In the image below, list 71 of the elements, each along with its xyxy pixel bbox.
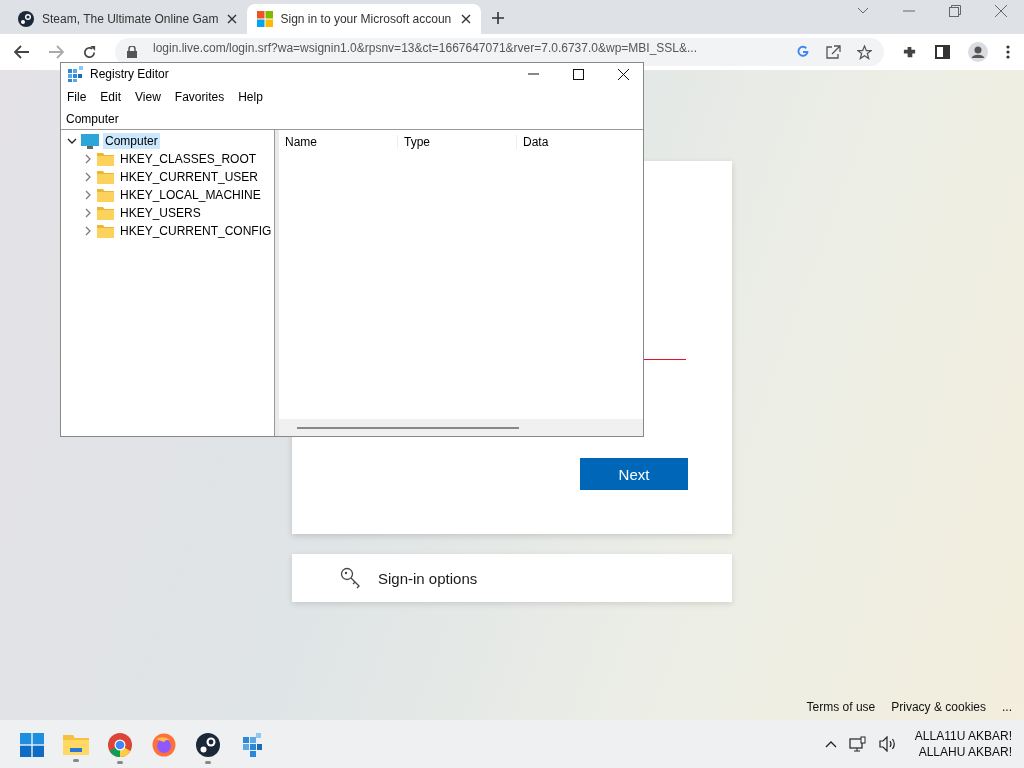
back-icon[interactable] xyxy=(14,45,30,59)
column-header[interactable]: Name xyxy=(279,135,398,149)
clock-text[interactable]: ALLAHU AKBAR! xyxy=(918,744,1012,760)
reload-icon[interactable] xyxy=(82,44,97,60)
chevron-down-icon[interactable] xyxy=(67,136,77,146)
chevron-right-icon[interactable] xyxy=(83,154,93,164)
menu-item[interactable]: View xyxy=(135,90,161,104)
input-underline xyxy=(644,359,686,360)
address-field[interactable]: Computer xyxy=(61,109,643,130)
side-panel-icon[interactable] xyxy=(935,45,950,59)
folder-icon xyxy=(97,224,114,238)
chevron-right-icon[interactable] xyxy=(83,226,93,236)
next-button[interactable]: Next xyxy=(580,458,688,490)
star-icon[interactable] xyxy=(857,44,872,60)
browser-tab[interactable]: Sign in to your Microsoft accoun xyxy=(246,4,481,34)
network-icon[interactable] xyxy=(848,736,867,752)
chrome-icon[interactable] xyxy=(108,732,132,757)
lock-icon xyxy=(127,46,137,58)
chevron-right-icon[interactable] xyxy=(83,208,93,218)
windows-logo-icon xyxy=(256,11,273,27)
close-icon[interactable] xyxy=(226,14,237,24)
google-g-icon[interactable] xyxy=(796,45,810,59)
folder-icon xyxy=(97,152,114,166)
tree-item[interactable]: HKEY_LOCAL_MACHINE xyxy=(118,187,263,203)
restore-icon[interactable] xyxy=(949,5,961,17)
chevron-right-icon[interactable] xyxy=(83,172,93,182)
tree-item[interactable]: HKEY_CURRENT_USER xyxy=(118,169,261,185)
tree-item[interactable]: HKEY_CURRENT_CONFIG xyxy=(118,223,274,239)
folder-icon[interactable] xyxy=(63,732,89,755)
more-menu-icon[interactable] xyxy=(1006,45,1010,59)
registry-cubes-icon[interactable] xyxy=(241,732,263,757)
sign-in-options-button[interactable]: Sign-in options xyxy=(292,554,732,602)
url-text: login.live.com/login.srf?wa=wsignin1.0&rpsnv=13&ct=1667647071&rver=7.0.6737.0&wp=MBI_SSL&... xyxy=(153,41,698,55)
clock-text[interactable]: ALLA11U AKBAR! xyxy=(914,728,1012,744)
registry-cubes-icon xyxy=(68,66,84,82)
column-header[interactable]: Type xyxy=(398,135,517,149)
folder-icon xyxy=(97,170,114,184)
key-icon xyxy=(340,567,362,589)
steam-logo-icon xyxy=(18,11,34,27)
monitor-icon xyxy=(81,133,99,149)
chevron-up-icon[interactable] xyxy=(824,740,837,748)
menu-item[interactable]: Edit xyxy=(100,90,122,104)
folder-icon xyxy=(97,206,114,220)
tree-item[interactable]: Computer xyxy=(103,133,160,149)
address-bar[interactable]: login.live.com/login.srf?wa=wsignin1.0&rpsnv=13&ct=1667647071&rver=7.0.6737.0&wp=MBI_SSL&... xyxy=(115,38,884,66)
folder-icon xyxy=(97,188,114,202)
scrollbar-thumb[interactable] xyxy=(297,426,519,429)
column-header[interactable]: Data xyxy=(517,135,636,149)
close-icon[interactable] xyxy=(460,14,471,24)
steam-logo-icon[interactable] xyxy=(196,732,220,757)
tree-item[interactable]: HKEY_CLASSES_ROOT xyxy=(118,151,259,167)
speaker-icon[interactable] xyxy=(878,736,897,752)
footer-link[interactable]: Privacy & cookies xyxy=(891,700,986,714)
chevron-right-icon[interactable] xyxy=(83,190,93,200)
windows-start-icon[interactable] xyxy=(20,732,44,757)
tab-title: Steam, The Ultimate Online Gam xyxy=(42,12,219,26)
tree-item[interactable]: HKEY_USERS xyxy=(118,205,203,221)
share-icon[interactable] xyxy=(826,45,841,59)
browser-tab[interactable]: Steam, The Ultimate Online Gam xyxy=(8,4,247,34)
firefox-icon[interactable] xyxy=(152,732,176,757)
footer-link[interactable]: Terms of use xyxy=(806,700,876,714)
tab-title: Sign in to your Microsoft accoun xyxy=(280,12,453,26)
new-tab-icon[interactable] xyxy=(490,11,505,25)
maximize-icon[interactable] xyxy=(573,68,584,80)
profile-icon[interactable] xyxy=(968,42,988,62)
close-icon[interactable] xyxy=(618,68,629,80)
window-title: Registry Editor xyxy=(90,67,169,81)
menu-item[interactable]: File xyxy=(67,90,87,104)
menu-item[interactable]: Favorites xyxy=(174,90,225,104)
menu-item[interactable]: Help xyxy=(238,90,263,104)
footer-link[interactable]: ... xyxy=(1002,700,1012,714)
